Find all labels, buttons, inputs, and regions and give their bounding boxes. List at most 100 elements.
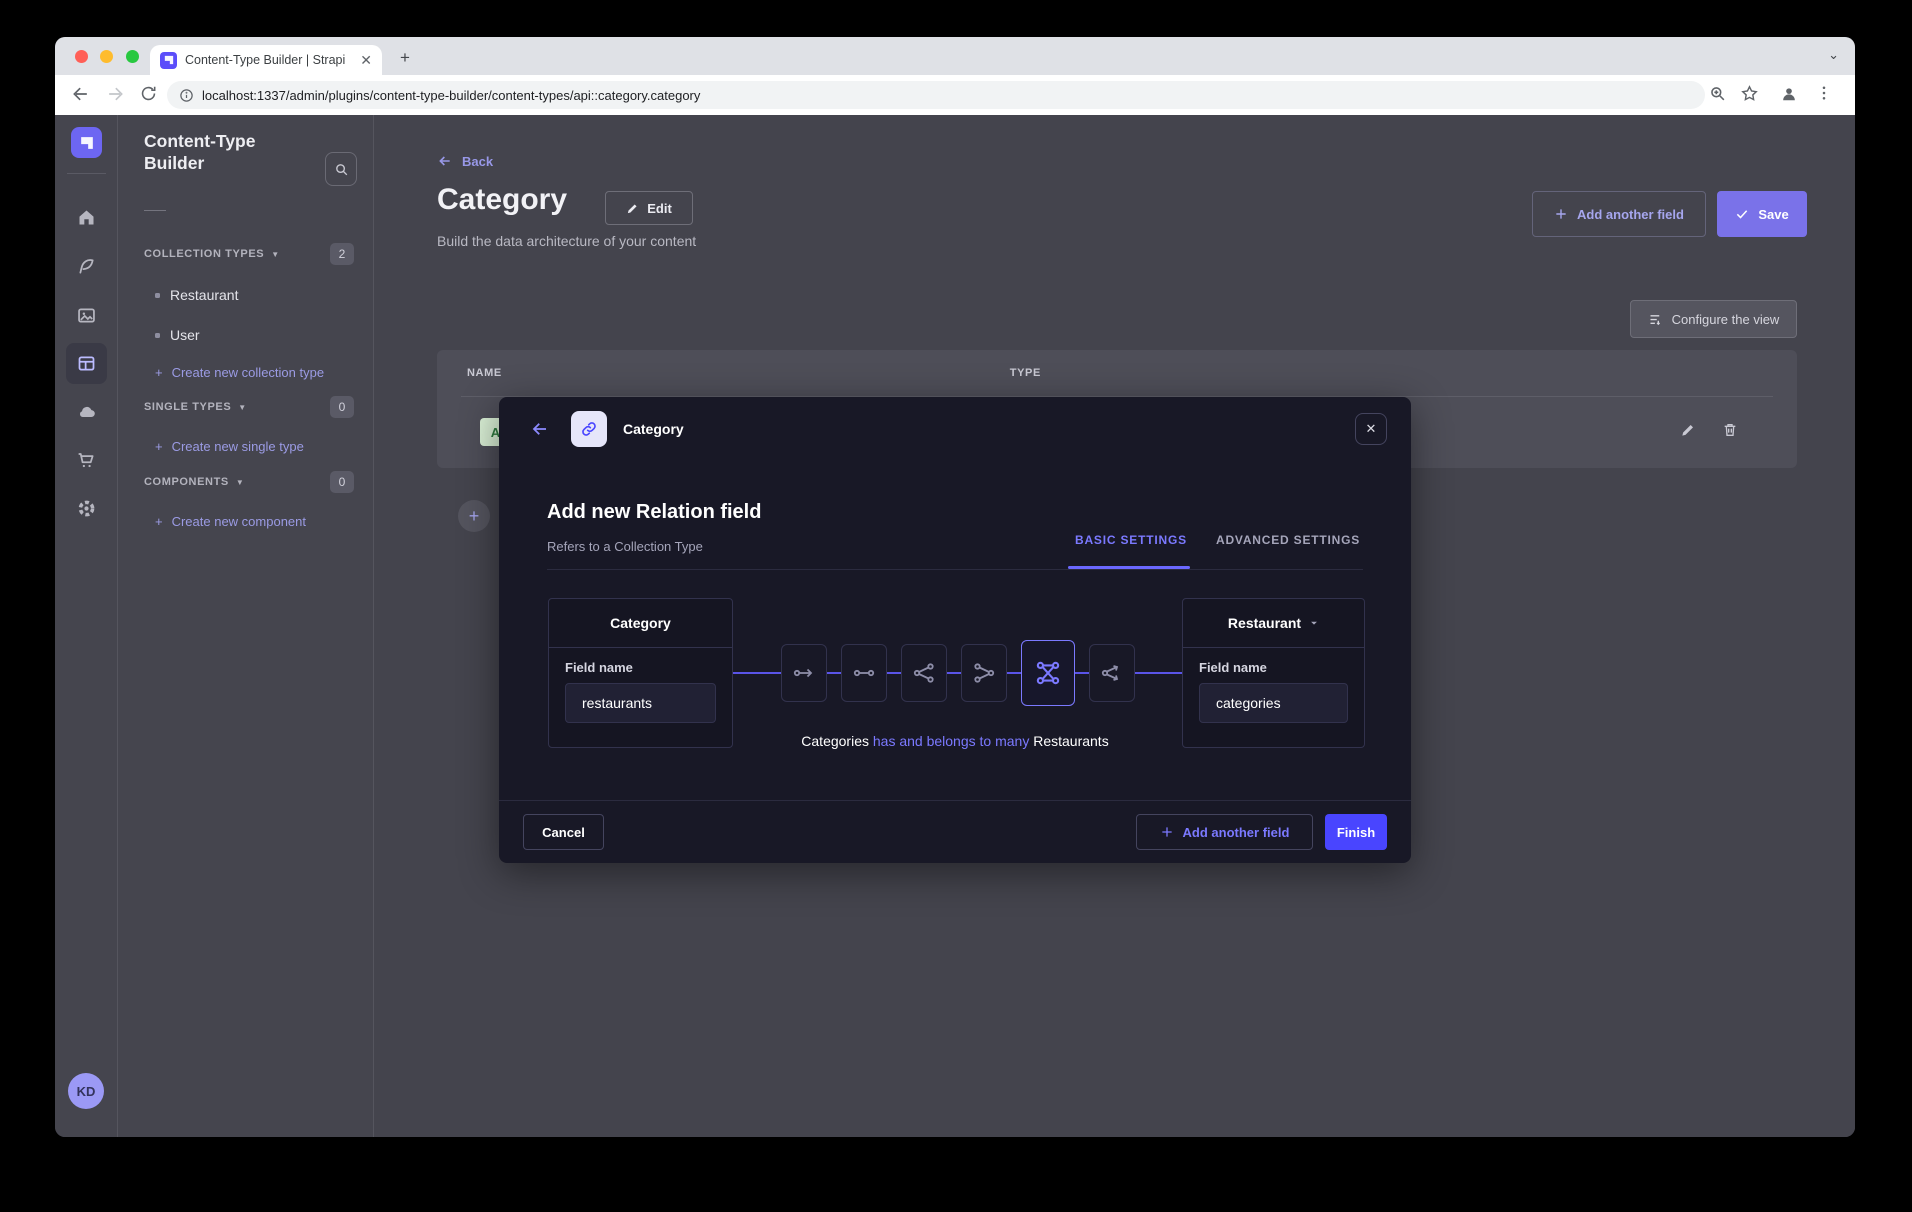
modal-footer: Cancel Add another field Finish [499,800,1411,863]
cloud-icon[interactable] [66,391,107,432]
chevron-down-icon[interactable]: ⌄ [1828,47,1839,63]
zoom-window-button[interactable] [126,50,139,63]
source-type-box: Category Field name restaurants [548,598,733,748]
caret-down-icon [1309,618,1319,628]
add-field-circle-button[interactable]: + [458,500,490,532]
tab-basic-settings[interactable]: BASIC SETTINGS [1075,533,1187,547]
relation-one-to-many-button[interactable] [901,644,947,702]
browser-window: Content-Type Builder | Strapi ✕ + ⌄ loca… [55,37,1855,1137]
caret-down-icon: ▼ [238,403,246,412]
reload-icon[interactable] [139,84,158,103]
table-header-row: NAME TYPE [437,350,1797,396]
modal-back-arrow-icon[interactable] [531,420,549,438]
strapi-logo[interactable] [71,127,102,158]
url-bar: localhost:1337/admin/plugins/content-typ… [55,75,1855,115]
forward-icon[interactable] [105,84,125,104]
cancel-button[interactable]: Cancel [523,814,604,850]
relation-one-way-button[interactable] [781,644,827,702]
search-button[interactable] [325,152,357,186]
modal-header-title: Category [623,421,684,437]
tabs-divider [547,569,1363,570]
tab-advanced-settings[interactable]: ADVANCED SETTINGS [1216,533,1360,547]
back-link[interactable]: Back [437,153,493,169]
ctb-sidebar: Content-Type Builder COLLECTION TYPES ▼ … [118,115,374,1137]
plus-icon [1554,207,1568,221]
finish-button[interactable]: Finish [1325,814,1387,850]
bullet-icon [155,333,160,338]
minimize-window-button[interactable] [100,50,113,63]
field-name-label: Field name [1199,660,1348,675]
relation-many-to-one-button[interactable] [961,644,1007,702]
sidebar-title: Content-Type Builder [144,131,304,175]
modal-subtitle: Refers to a Collection Type [547,539,703,554]
section-single-types[interactable]: SINGLE TYPES ▼ 0 [118,394,374,420]
check-icon [1735,207,1749,221]
save-button[interactable]: Save [1717,191,1807,237]
count-badge: 0 [330,396,354,418]
bookmark-star-icon[interactable] [1740,84,1759,103]
relation-type-buttons [733,598,1182,748]
modal-add-another-field-button[interactable]: Add another field [1136,814,1313,850]
media-library-icon[interactable] [66,295,107,336]
close-modal-button[interactable]: ✕ [1355,413,1387,445]
section-collection-types[interactable]: COLLECTION TYPES ▼ 2 [118,241,374,267]
home-icon[interactable] [66,197,107,238]
create-component-link[interactable]: + Create new component [118,510,374,532]
address-bar[interactable]: localhost:1337/admin/plugins/content-typ… [167,81,1705,109]
relation-caption: Categories has and belongs to many Resta… [619,733,1291,749]
source-field-name-input[interactable]: restaurants [565,683,716,723]
caret-down-icon: ▼ [236,478,244,487]
target-field-name-input[interactable]: categories [1199,683,1348,723]
row-delete-trash-icon[interactable] [1722,422,1738,438]
target-type-box: Restaurant Field name categories [1182,598,1365,748]
sidebar-item-user[interactable]: User [118,322,374,348]
tab-title: Content-Type Builder | Strapi [185,53,354,67]
plus-icon: + [155,514,163,529]
title-divider [144,210,166,211]
sidebar-item-restaurant[interactable]: Restaurant [118,282,374,308]
edit-button[interactable]: Edit [605,191,693,225]
content-manager-icon[interactable] [66,246,107,287]
settings-gear-icon[interactable] [66,488,107,529]
marketplace-cart-icon[interactable] [66,440,107,481]
plus-icon [1160,825,1174,839]
tab-strip: Content-Type Builder | Strapi ✕ + ⌄ [55,37,1855,75]
arrow-left-icon [437,153,453,169]
kebab-menu-icon[interactable] [1815,84,1833,102]
content-type-builder-icon[interactable] [66,343,107,384]
back-icon[interactable] [71,84,91,104]
field-name-label: Field name [565,660,716,675]
target-type-dropdown[interactable]: Restaurant [1183,599,1364,648]
page-subtitle: Build the data architecture of your cont… [437,233,696,249]
relation-many-to-many-button[interactable] [1021,640,1075,706]
create-collection-type-link[interactable]: + Create new collection type [118,361,374,383]
page-title: Category [437,183,567,217]
url-text[interactable]: localhost:1337/admin/plugins/content-typ… [202,88,700,103]
plus-icon: + [155,439,163,454]
close-window-button[interactable] [75,50,88,63]
list-settings-icon [1648,312,1663,327]
modal-header: Category ✕ [499,397,1411,461]
modal-title: Add new Relation field [547,501,761,524]
profile-icon[interactable] [1779,84,1799,104]
relation-one-to-one-button[interactable] [841,644,887,702]
relation-many-way-button[interactable] [1089,644,1135,702]
close-tab-icon[interactable]: ✕ [360,52,372,69]
search-icon [334,162,349,177]
info-icon[interactable] [179,88,194,103]
window-controls[interactable] [75,50,147,68]
zoom-icon[interactable] [1708,84,1727,103]
count-badge: 2 [330,243,354,265]
avatar[interactable]: KD [68,1073,104,1109]
new-tab-button[interactable]: + [400,48,410,68]
section-components[interactable]: COMPONENTS ▼ 0 [118,469,374,495]
browser-tab[interactable]: Content-Type Builder | Strapi ✕ [150,45,382,75]
create-single-type-link[interactable]: + Create new single type [118,435,374,457]
pencil-icon [626,202,639,215]
caret-down-icon: ▼ [271,250,279,259]
add-another-field-button[interactable]: Add another field [1532,191,1706,237]
source-type-title: Category [549,599,732,648]
row-edit-pencil-icon[interactable] [1680,422,1696,438]
strapi-admin: KD Content-Type Builder COLLECTION TYPES… [55,115,1855,1137]
configure-view-button[interactable]: Configure the view [1630,300,1797,338]
